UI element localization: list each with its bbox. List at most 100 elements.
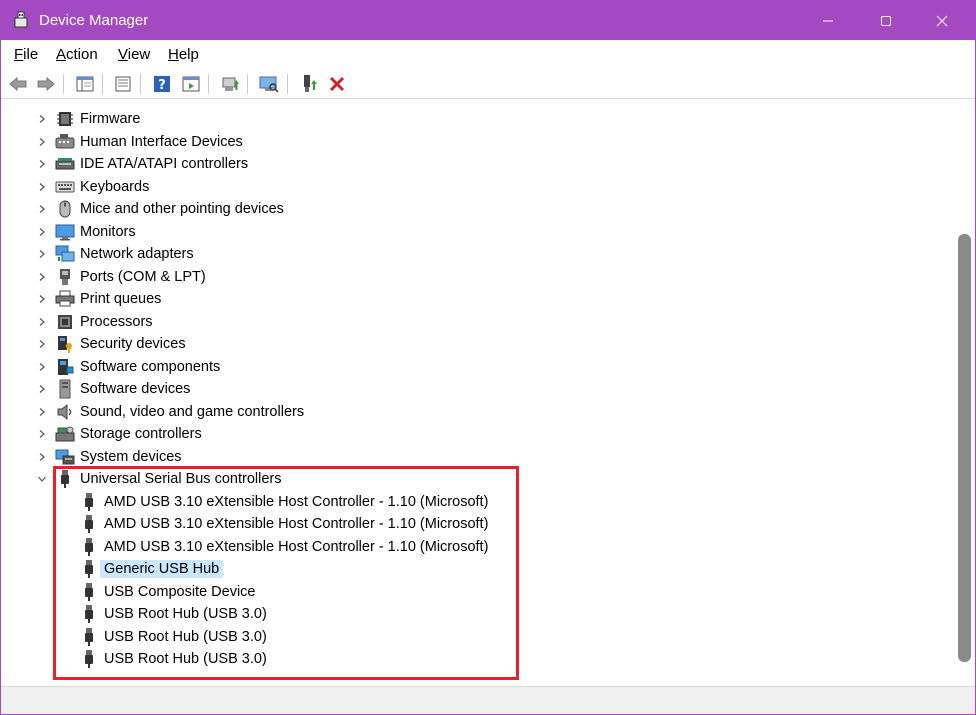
tree-item-label: Software components xyxy=(80,358,221,375)
forward-arrow-icon xyxy=(37,76,55,92)
close-icon xyxy=(936,15,948,26)
monitor-icon xyxy=(55,222,75,242)
tree-item-label: System devices xyxy=(80,448,182,465)
software-components-icon xyxy=(55,357,75,377)
chevron-right-icon[interactable] xyxy=(36,248,48,260)
chevron-down-icon[interactable] xyxy=(36,473,48,485)
tree-category[interactable]: IDE ATA/ATAPI controllers xyxy=(55,153,248,175)
chevron-right-icon[interactable] xyxy=(36,113,48,125)
title-bar[interactable]: Device Manager xyxy=(1,1,975,40)
chevron-right-icon[interactable] xyxy=(36,271,48,283)
chevron-right-icon[interactable] xyxy=(36,136,48,148)
tree-category[interactable]: Firmware xyxy=(55,108,140,130)
tree-category[interactable]: Mice and other pointing devices xyxy=(55,198,284,220)
scan-hardware-icon xyxy=(259,76,279,93)
properties-button[interactable] xyxy=(111,72,135,96)
chevron-right-icon[interactable] xyxy=(36,158,48,170)
storage-icon xyxy=(55,424,75,444)
properties-icon xyxy=(115,76,131,92)
chevron-right-icon[interactable] xyxy=(36,181,48,193)
tree-item-label: Software devices xyxy=(80,381,191,397)
uninstall-device-icon xyxy=(329,76,345,92)
chevron-right-icon[interactable] xyxy=(36,428,48,440)
speaker-icon xyxy=(55,402,75,422)
tree-item-label: Security devices xyxy=(80,336,186,352)
back-arrow-icon xyxy=(9,76,27,92)
close-button[interactable] xyxy=(919,1,965,40)
uninstall-device-button[interactable] xyxy=(325,72,349,96)
tree-item-label: Sound, video and game controllers xyxy=(80,403,305,420)
tree-category[interactable]: Storage controllers xyxy=(55,423,202,445)
firmware-icon xyxy=(55,109,75,129)
hid-icon xyxy=(55,132,75,152)
chevron-right-icon[interactable] xyxy=(36,226,48,238)
chevron-right-icon[interactable] xyxy=(36,451,48,463)
chevron-right-icon[interactable] xyxy=(36,293,48,305)
tree-item-label: Keyboards xyxy=(80,178,150,195)
keyboard-icon xyxy=(55,177,75,197)
scan-hardware-button[interactable] xyxy=(257,72,281,96)
tree-category[interactable]: Ports (COM & LPT) xyxy=(55,266,206,288)
mouse-icon xyxy=(55,199,75,219)
tree-category[interactable]: Software components xyxy=(55,356,220,378)
svg-text:?: ? xyxy=(158,78,166,93)
maximize-button[interactable] xyxy=(863,1,909,40)
network-icon xyxy=(55,244,75,264)
menu-help[interactable]: Help xyxy=(168,46,199,63)
security-icon xyxy=(55,334,75,354)
tree-item-label: Processors xyxy=(80,313,153,330)
action-pane-icon xyxy=(182,76,200,92)
tree-category[interactable]: Monitors xyxy=(55,221,136,243)
menu-file[interactable]: File xyxy=(14,46,38,63)
enable-device-icon xyxy=(304,75,317,92)
tree-category[interactable]: Processors xyxy=(55,311,153,333)
maximize-icon xyxy=(881,15,891,26)
update-driver-button[interactable] xyxy=(218,72,242,96)
chevron-right-icon[interactable] xyxy=(36,406,48,418)
tree-category[interactable]: Print queues xyxy=(55,288,161,310)
tree-item-label: IDE ATA/ATAPI controllers xyxy=(80,156,249,172)
help-button[interactable]: ? xyxy=(150,72,174,96)
toolbar-separator xyxy=(208,74,209,94)
chevron-right-icon[interactable] xyxy=(36,316,48,328)
printer-icon xyxy=(55,289,75,309)
tree-item-label: Monitors xyxy=(80,223,136,240)
chevron-right-icon[interactable] xyxy=(36,338,48,350)
toolbar-separator xyxy=(63,74,64,94)
tree-category[interactable]: Keyboards xyxy=(55,176,149,198)
chevron-right-icon[interactable] xyxy=(36,383,48,395)
software-devices-icon xyxy=(55,379,75,399)
menu-action[interactable]: Action xyxy=(56,46,98,63)
ide-icon xyxy=(55,154,75,174)
tree-category[interactable]: Security devices xyxy=(55,333,186,355)
action-pane-button[interactable] xyxy=(179,72,203,96)
forward-button[interactable] xyxy=(34,72,58,96)
highlight-box xyxy=(53,466,519,680)
window-title: Device Manager xyxy=(39,12,149,29)
system-icon xyxy=(55,447,75,467)
tree-category[interactable]: Software devices xyxy=(55,378,190,400)
tree-category[interactable]: Human Interface Devices xyxy=(55,131,243,153)
menu-view[interactable]: View xyxy=(118,46,150,63)
toolbar-separator xyxy=(247,74,248,94)
device-manager-window: Device Manager File Action View Help ? F… xyxy=(0,0,976,715)
device-manager-icon xyxy=(13,11,29,29)
toolbar: ? xyxy=(1,68,975,99)
enable-device-button[interactable] xyxy=(297,72,321,96)
tree-category[interactable]: Network adapters xyxy=(55,243,194,265)
menu-bar: File Action View Help xyxy=(1,41,975,67)
chevron-right-icon[interactable] xyxy=(36,361,48,373)
chevron-right-icon[interactable] xyxy=(36,203,48,215)
tree-item-label: Storage controllers xyxy=(80,426,202,442)
update-driver-icon xyxy=(222,77,239,91)
show-hide-tree-button[interactable] xyxy=(73,72,97,96)
port-icon xyxy=(55,267,75,287)
toolbar-separator xyxy=(287,74,288,94)
tree-item-label: Human Interface Devices xyxy=(80,133,243,150)
scrollbar-thumb[interactable] xyxy=(958,234,971,662)
tree-category[interactable]: Sound, video and game controllers xyxy=(55,401,304,423)
processor-icon xyxy=(55,312,75,332)
minimize-button[interactable] xyxy=(805,1,851,40)
tree-category[interactable]: System devices xyxy=(55,446,182,468)
back-button[interactable] xyxy=(6,72,30,96)
